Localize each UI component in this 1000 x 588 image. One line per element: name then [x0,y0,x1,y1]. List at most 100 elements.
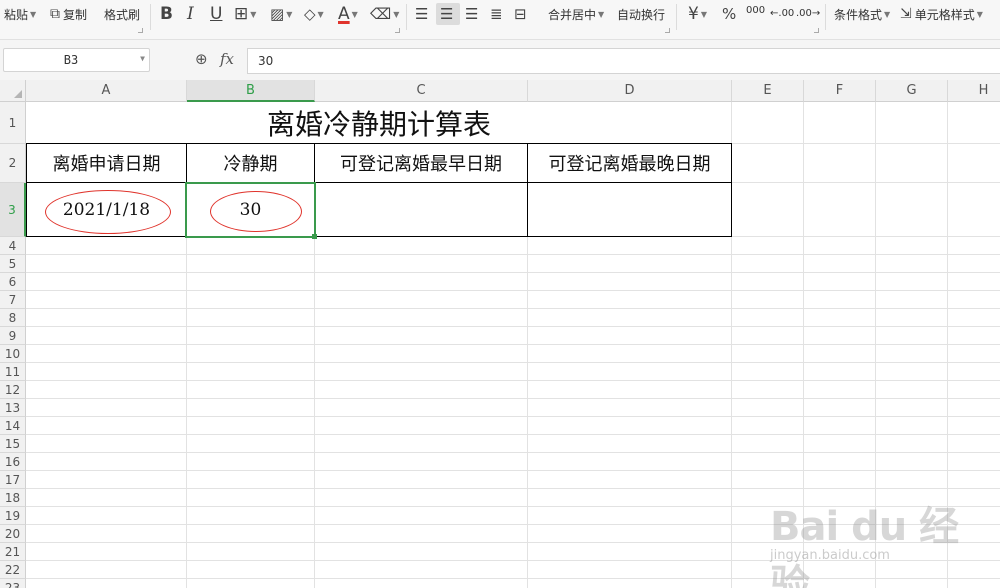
column-header-f[interactable]: F [804,80,876,102]
thousands-separator-button[interactable]: 000 [746,0,765,28]
formula-bar: B3 ▼ ⊕ fx 30 [0,40,1000,80]
wrap-text-label: 自动换行 [617,7,666,22]
gridline [26,380,1000,381]
currency-dropdown-icon: ▼ [700,9,707,19]
zoom-icon[interactable]: ⊕ [195,50,208,68]
row-header-23[interactable]: 23 [0,579,26,588]
table-border [26,143,732,144]
currency-button[interactable]: ¥ ▼ [688,0,707,28]
sheet-title-cell[interactable]: 离婚冷静期计算表 [27,102,731,143]
column-header-g[interactable]: G [876,80,948,102]
row-header-22[interactable]: 22 [0,561,26,579]
format-painter-button[interactable]: 格式刷 [104,0,140,28]
conditional-format-label: 条件格式 [834,7,883,22]
select-all-corner[interactable] [0,80,26,102]
row-header-8[interactable]: 8 [0,309,26,327]
row-header-17[interactable]: 17 [0,471,26,489]
row-header-11[interactable]: 11 [0,363,26,381]
number-group-launcher-icon[interactable] [814,28,819,33]
row-header-6[interactable]: 6 [0,273,26,291]
row-header-18[interactable]: 18 [0,489,26,507]
fx-icon[interactable]: fx [220,50,234,68]
row-header-9[interactable]: 9 [0,327,26,345]
format-painter-label: 格式刷 [104,7,141,22]
wrap-text-button[interactable]: 自动换行 [617,0,665,28]
row-header-19[interactable]: 19 [0,507,26,525]
decrease-decimal-button[interactable]: .00→ [796,0,820,28]
merge-center-button[interactable]: 合并居中 ▼ [548,0,604,28]
underline-button[interactable]: U [210,0,222,28]
gridline [26,254,1000,255]
column-header-a[interactable]: A [26,80,187,102]
percent-button[interactable]: % [722,0,736,28]
row-header-16[interactable]: 16 [0,453,26,471]
align-center-button[interactable]: ☰ [440,0,453,28]
gridline [26,434,1000,435]
clipboard-group-launcher-icon[interactable] [138,28,143,33]
copy-label: 复制 [63,7,88,22]
column-header-c[interactable]: C [315,80,528,102]
fill-handle[interactable] [312,234,317,239]
row-header-14[interactable]: 14 [0,417,26,435]
align-left-button[interactable]: ☰ [415,0,428,28]
row-header-2[interactable]: 2 [0,144,26,183]
row-header-7[interactable]: 7 [0,291,26,309]
conditional-format-button[interactable]: 条件格式 ▼ [834,0,890,28]
increase-decimal-button[interactable]: ←.00 [770,0,794,28]
alignment-group-launcher-icon[interactable] [665,28,670,33]
cell-c3[interactable] [315,183,527,236]
gridline [26,326,1000,327]
cell-a2[interactable]: 离婚申请日期 [27,144,186,182]
font-group-launcher-icon[interactable] [395,28,400,33]
align-center-icon: ☰ [440,4,454,23]
row-header-15[interactable]: 15 [0,435,26,453]
cell-style-icon: ⇲ [900,6,912,22]
cell-b2[interactable]: 冷静期 [187,144,314,182]
eraser-icon: ⌫ [370,4,392,23]
paste-button[interactable]: 粘贴 ▼ [4,0,36,28]
row-header-12[interactable]: 12 [0,381,26,399]
align-left-icon: ☰ [415,4,429,23]
fill-pattern-button[interactable]: ▨ ▼ [270,0,292,28]
cell-c2[interactable]: 可登记离婚最早日期 [315,144,527,182]
copy-button[interactable]: ⧉ 复制 [50,0,87,28]
clear-format-button[interactable]: ⌫ ▼ [370,0,399,28]
cell-a3[interactable]: 2021/1/18 [27,183,186,236]
row-header-10[interactable]: 10 [0,345,26,363]
table-border [314,143,315,237]
name-box-dropdown-icon[interactable]: ▼ [140,54,145,63]
decrease-decimal-glyph: → [811,8,821,19]
font-color-button[interactable]: A ▼ [338,0,358,28]
cell-style-button[interactable]: ⇲ 单元格样式 ▼ [900,0,983,28]
spreadsheet-grid[interactable]: A B C D E F G H 1 2 3 4 5 6 7 8 9 10 11 … [0,80,1000,588]
row-header-5[interactable]: 5 [0,255,26,273]
justify-button[interactable]: ≣ [490,0,503,28]
column-header-e[interactable]: E [732,80,804,102]
border-button[interactable]: ⊞ ▼ [234,0,256,28]
row-header-1[interactable]: 1 [0,102,26,144]
fill-pattern-dropdown-icon: ▼ [286,9,293,19]
italic-button[interactable]: I [187,0,194,28]
row-header-13[interactable]: 13 [0,399,26,417]
cell-d3[interactable] [528,183,731,236]
name-box-value: B3 [63,53,79,67]
align-right-button[interactable]: ☰ [465,0,478,28]
cell-d2[interactable]: 可登记离婚最晚日期 [528,144,731,182]
bold-icon: B [160,3,173,24]
bold-button[interactable]: B [160,0,173,28]
distribute-button[interactable]: ⊟ [514,0,527,28]
column-header-h[interactable]: H [948,80,1000,102]
gridline [26,452,1000,453]
fill-color-button[interactable]: ◇ ▼ [304,0,324,28]
row-header-4[interactable]: 4 [0,237,26,255]
name-box[interactable]: B3 ▼ [3,48,150,72]
row-header-3[interactable]: 3 [0,183,26,237]
column-header-b[interactable]: B [187,80,315,102]
toolbar-divider [150,4,151,30]
column-header-d[interactable]: D [528,80,732,102]
formula-input[interactable]: 30 [247,48,1000,74]
row-header-20[interactable]: 20 [0,525,26,543]
table-border [26,182,732,183]
cell-b3[interactable]: 30 [187,183,314,236]
row-header-21[interactable]: 21 [0,543,26,561]
